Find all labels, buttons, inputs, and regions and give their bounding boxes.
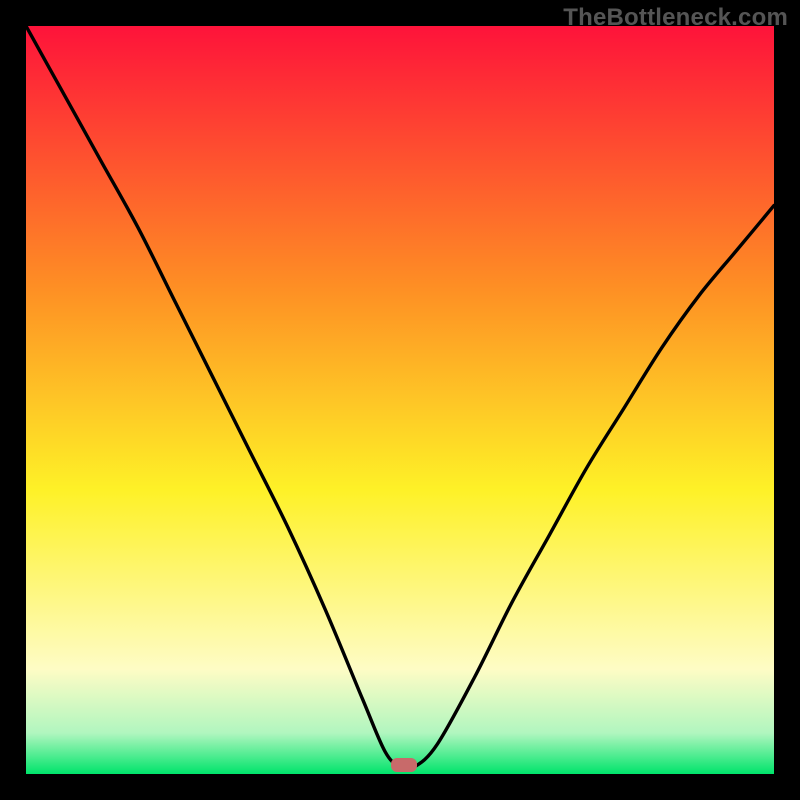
chart-svg — [26, 26, 774, 774]
gradient-background — [26, 26, 774, 774]
plot-area — [26, 26, 774, 774]
chart-frame: TheBottleneck.com — [0, 0, 800, 800]
watermark-text: TheBottleneck.com — [563, 4, 788, 32]
optimal-marker — [391, 758, 417, 771]
